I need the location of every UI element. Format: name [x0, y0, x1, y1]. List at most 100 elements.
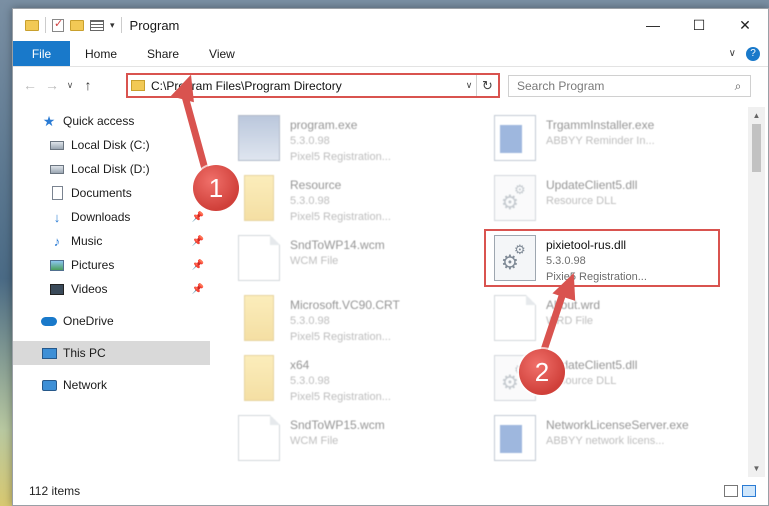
file-name: program.exe [290, 118, 358, 132]
ribbon-tabs: File Home Share View ∨ ? [13, 41, 768, 67]
file-item-vc90-crt[interactable]: Microsoft.VC90.CRT 5.3.0.98 Pixel5 Regis… [232, 295, 464, 353]
file-name: x64 [290, 358, 310, 372]
vertical-scrollbar[interactable]: ▲ ▼ [748, 107, 765, 477]
dll-icon: ⚙⚙ [494, 175, 536, 221]
file-item-x64[interactable]: x64 5.3.0.98 Pixel5 Registration... [232, 355, 464, 413]
view-toggle [724, 485, 756, 497]
sidebar-item-local-disk-c[interactable]: Local Disk (C:) [13, 133, 210, 157]
file-detail: Pixel5 Registration... [290, 151, 391, 163]
file-detail: Pixel5 Registration... [290, 211, 391, 223]
window-title: Program [129, 17, 180, 33]
file-detail: ABBYY network licens... [546, 435, 665, 447]
file-list: program.exe 5.3.0.98 Pixel5 Registration… [212, 107, 746, 477]
sidebar-item-label: OneDrive [63, 314, 114, 328]
pictures-icon [49, 258, 65, 272]
back-button[interactable]: ← [19, 77, 41, 93]
callout-2: 2 [519, 349, 565, 395]
details-view-icon[interactable] [724, 485, 738, 497]
expand-ribbon-icon[interactable]: ∨ [729, 48, 736, 59]
sidebar-item-videos[interactable]: Videos 📌 [13, 277, 210, 301]
sidebar-item-network[interactable]: Network [13, 373, 210, 397]
sidebar-item-label: Videos [71, 282, 108, 296]
file-item-sndtowp15[interactable]: SndToWP15.wcm WCM File [232, 415, 464, 473]
scroll-down-icon[interactable]: ▼ [748, 460, 765, 477]
drive-icon [49, 138, 65, 152]
pin-icon[interactable]: 📌 [192, 212, 204, 223]
file-item-license-server-exe[interactable]: NetworkLicenseServer.exe ABBYY network l… [488, 415, 720, 473]
music-icon: ♪ [53, 233, 61, 249]
folder-icon [244, 355, 274, 401]
maximize-button[interactable]: ☐ [676, 9, 722, 41]
pin-icon[interactable]: 📌 [192, 284, 204, 295]
address-dropdown-button[interactable]: ∨ [462, 80, 476, 91]
sidebar-item-label: Documents [71, 186, 132, 200]
address-bar[interactable]: C:\Program Files\Program Directory ∨ ↻ [126, 73, 500, 98]
file-item-sndtowp14[interactable]: SndToWP14.wcm WCM File [232, 235, 464, 293]
drive-icon [49, 162, 65, 176]
file-detail: WRD File [546, 315, 594, 327]
search-icon[interactable]: ⌕ [726, 79, 750, 94]
computer-icon [41, 346, 57, 360]
file-item-updateclient5-dll[interactable]: ⚙ ⚙ UpdateClient5.dll Resource DLL [488, 175, 720, 233]
tab-view[interactable]: View [194, 41, 250, 66]
customize-toolbar-icon[interactable]: ▾ [110, 20, 115, 31]
address-path[interactable]: C:\Program Files\Program Directory [151, 79, 462, 93]
sidebar-item-local-disk-d[interactable]: Local Disk (D:) [13, 157, 210, 181]
tab-file[interactable]: File [13, 41, 70, 66]
forward-button[interactable]: → [41, 77, 63, 93]
sidebar-item-this-pc[interactable]: This PC [13, 341, 210, 365]
refresh-button[interactable]: ↻ [476, 75, 498, 96]
network-icon [41, 378, 57, 392]
scroll-thumb[interactable] [752, 124, 761, 172]
sidebar-item-label: Network [63, 378, 108, 392]
exe-icon [238, 115, 280, 161]
sidebar-item-downloads[interactable]: ↓ Downloads 📌 [13, 205, 210, 229]
videos-icon [49, 282, 65, 296]
help-icon[interactable]: ? [746, 46, 760, 61]
tab-home[interactable]: Home [70, 41, 132, 66]
tab-share[interactable]: Share [132, 41, 194, 66]
file-detail: Resource DLL [546, 195, 617, 207]
item-count: 112 items [29, 484, 81, 498]
file-icon [494, 295, 536, 341]
callout-1: 1 [193, 165, 239, 211]
sidebar-item-quick-access[interactable]: ★ Quick access [13, 109, 210, 133]
file-detail: WCM File [290, 255, 339, 267]
sidebar-item-documents[interactable]: Documents [13, 181, 210, 205]
file-detail: 5.3.0.98 [290, 315, 330, 327]
status-bar: 112 items [13, 477, 768, 505]
minimize-button[interactable]: — [630, 9, 676, 41]
sidebar-item-onedrive[interactable]: OneDrive [13, 309, 210, 333]
pin-icon[interactable]: 📌 [192, 260, 204, 271]
file-detail: Pixel5 Registration... [290, 331, 391, 343]
folder-icon [25, 19, 39, 31]
file-item-program-exe[interactable]: program.exe 5.3.0.98 Pixel5 Registration… [232, 115, 464, 173]
sidebar-item-pictures[interactable]: Pictures 📌 [13, 253, 210, 277]
window-controls: — ☐ ✕ [630, 9, 768, 41]
recent-locations-button[interactable]: ∨ [63, 80, 77, 91]
properties-icon[interactable] [90, 19, 104, 31]
file-item-resource[interactable]: Resource 5.3.0.98 Pixel5 Registration... [232, 175, 464, 233]
file-item-installer-exe[interactable]: TrgammInstaller.exe ABBYY Reminder In... [488, 115, 720, 173]
tiles-view-icon[interactable] [742, 485, 756, 497]
sidebar-item-label: Local Disk (C:) [71, 138, 150, 152]
scroll-up-icon[interactable]: ▲ [748, 107, 765, 124]
close-button[interactable]: ✕ [722, 9, 768, 41]
search-input[interactable] [517, 79, 726, 93]
file-item-about-wrd[interactable]: About.wrd WRD File [488, 295, 720, 353]
file-name: TrgammInstaller.exe [546, 118, 655, 132]
new-folder-icon[interactable] [70, 19, 84, 31]
divider [120, 17, 122, 33]
search-box[interactable]: ⌕ [508, 75, 751, 97]
file-icon [238, 415, 280, 461]
sidebar-item-label: Pictures [71, 258, 115, 272]
pin-icon[interactable]: 📌 [192, 236, 204, 247]
star-icon: ★ [42, 112, 56, 129]
up-button[interactable]: ↑ [77, 77, 99, 93]
sidebar-item-music[interactable]: ♪ Music 📌 [13, 229, 210, 253]
documents-icon [49, 186, 65, 200]
sidebar-item-label: Downloads [71, 210, 131, 224]
file-name: SndToWP15.wcm [290, 418, 385, 432]
downloads-icon: ↓ [53, 209, 61, 225]
properties-check-icon[interactable] [52, 17, 64, 32]
